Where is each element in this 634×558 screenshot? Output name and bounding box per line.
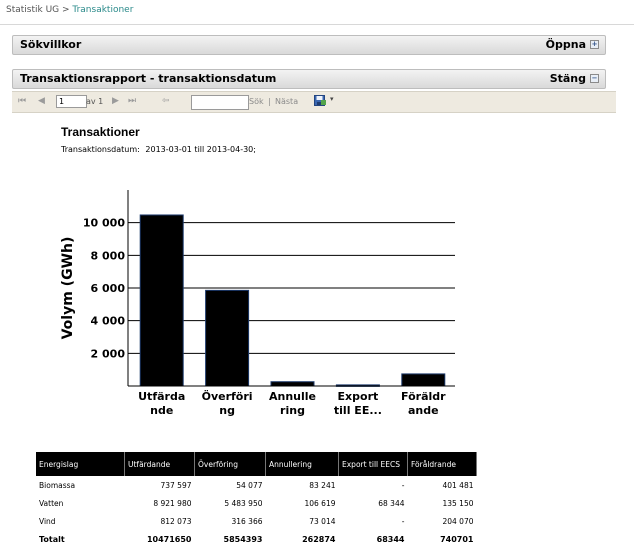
y-tick-label: 10 000 xyxy=(83,217,125,230)
breadcrumb-divider xyxy=(0,24,634,25)
table-cell: 10471650 xyxy=(146,534,192,544)
column-header: Energislag xyxy=(36,452,125,476)
bar xyxy=(270,381,315,387)
column-header: Annullering xyxy=(265,452,339,476)
open-search-toggle[interactable]: Öppna + xyxy=(546,38,599,51)
export-dropdown-icon[interactable]: ▾ xyxy=(330,95,334,103)
table-cell: Vatten xyxy=(39,498,64,508)
back-to-parent-icon[interactable]: ⇦ xyxy=(162,96,170,106)
table-cell: Biomassa xyxy=(39,480,76,490)
table-row: Biomassa 737 597 54 077 83 241 - 401 481 xyxy=(36,476,477,494)
search-panel-title: Sökvillkor xyxy=(20,38,82,51)
date-range-value: 2013-03-01 till 2013-04-30; xyxy=(145,145,256,154)
export-button[interactable]: ▾ xyxy=(314,95,336,110)
next-page-icon[interactable]: ▶ xyxy=(112,96,119,106)
column-header: Export till EECS xyxy=(338,452,408,476)
first-page-icon[interactable]: ⏮ xyxy=(18,96,26,106)
y-tick-label: 8 000 xyxy=(91,249,126,262)
table-cell: 204 070 xyxy=(442,516,474,526)
report-panel-title: Transaktionsrapport - transaktionsdatum xyxy=(20,72,277,85)
table-cell: 83 241 xyxy=(309,480,336,490)
table-cell: 68 344 xyxy=(378,498,405,508)
table-cell: 316 366 xyxy=(231,516,263,526)
table-cell: 68344 xyxy=(376,534,405,544)
breadcrumb-current[interactable]: Transaktioner xyxy=(72,5,133,15)
table-cell: 8 921 980 xyxy=(153,498,192,508)
search-panel-header[interactable]: Sökvillkor Öppna + xyxy=(12,35,606,55)
previous-page-icon[interactable]: ◀ xyxy=(38,96,45,106)
chart-bars xyxy=(139,214,446,387)
table-cell: 401 481 xyxy=(442,480,474,490)
expand-icon[interactable]: + xyxy=(590,40,599,49)
page-count-label: av 1 xyxy=(86,97,104,106)
breadcrumb: Statistik UG > Transaktioner xyxy=(6,5,133,15)
find-text-input[interactable] xyxy=(191,95,249,110)
table-cell: 73 014 xyxy=(309,516,336,526)
table-cell: - xyxy=(401,480,405,490)
table-row: Vind 812 073 316 366 73 014 - 204 070 xyxy=(36,512,477,530)
breadcrumb-root[interactable]: Statistik UG xyxy=(6,5,59,15)
table-cell: Totalt xyxy=(39,534,65,544)
column-header: Överföring xyxy=(194,452,266,476)
table-cell: - xyxy=(401,516,405,526)
open-label[interactable]: Öppna xyxy=(546,38,586,51)
y-tick-label: 2 000 xyxy=(91,347,126,360)
table-row: Vatten 8 921 980 5 483 950 106 619 68 34… xyxy=(36,494,477,512)
x-tick-label: Föräldr ande xyxy=(401,390,446,417)
report-title: Transaktioner xyxy=(61,125,140,139)
collapse-icon[interactable]: − xyxy=(590,74,599,83)
bar xyxy=(139,214,184,387)
x-tick-label: Export till EE... xyxy=(334,390,382,417)
table-cell: 106 619 xyxy=(304,498,336,508)
y-tick-label: 4 000 xyxy=(91,315,126,328)
transactions-table: Energislag Utfärdande Överföring Annulle… xyxy=(36,452,477,548)
table-cell: Vind xyxy=(39,516,56,526)
x-tick-label: Överföri ng xyxy=(202,389,253,417)
table-cell: 5854393 xyxy=(223,534,263,544)
volume-bar-chart: Volym (GWh) 2 000 4 000 6 000 8 000 10 000 U… xyxy=(60,190,455,417)
last-page-icon[interactable]: ⏭ xyxy=(128,96,136,106)
report-date-range: Transaktionsdatum: 2013-03-01 till 2013-… xyxy=(61,145,259,154)
table-cell: 812 073 xyxy=(160,516,192,526)
table-header-row: Energislag Utfärdande Överföring Annulle… xyxy=(36,452,477,476)
bar xyxy=(401,373,446,387)
page-number-input[interactable] xyxy=(56,95,87,108)
table-cell: 54 077 xyxy=(236,480,263,490)
y-tick-labels: 2 000 4 000 6 000 8 000 10 000 xyxy=(83,217,125,361)
find-button[interactable]: Sök xyxy=(249,97,264,106)
report-toolbar: ⏮ ◀ av 1 ▶ ⏭ ⇦ Sök | Nästa ▾ xyxy=(12,91,616,113)
toolbar-separator: | xyxy=(268,97,271,106)
report-panel-header[interactable]: Transaktionsrapport - transaktionsdatum … xyxy=(12,69,606,89)
column-header: Föråldrande xyxy=(407,452,477,476)
bar xyxy=(205,289,250,387)
x-tick-label: Utfärda nde xyxy=(138,390,185,417)
table-total-row: Totalt 10471650 5854393 262874 68344 740… xyxy=(36,530,477,548)
find-next-button[interactable]: Nästa xyxy=(275,97,298,106)
close-label[interactable]: Stäng xyxy=(550,72,586,85)
x-tick-label: Annulle ring xyxy=(269,390,316,417)
table-cell: 5 483 950 xyxy=(224,498,263,508)
breadcrumb-separator: > xyxy=(59,5,73,15)
date-range-label: Transaktionsdatum: xyxy=(61,145,140,154)
close-report-toggle[interactable]: Stäng − xyxy=(550,72,599,85)
table-cell: 737 597 xyxy=(160,480,192,490)
x-tick-labels: Utfärda nde Överföri ng Annulle ring Export til… xyxy=(138,389,446,417)
column-header: Utfärdande xyxy=(124,452,195,476)
y-axis-label: Volym (GWh) xyxy=(60,237,76,340)
table-cell: 262874 xyxy=(302,534,336,544)
y-tick-label: 6 000 xyxy=(91,282,126,295)
table-cell: 135 150 xyxy=(442,498,474,508)
table-cell: 740701 xyxy=(440,534,474,544)
